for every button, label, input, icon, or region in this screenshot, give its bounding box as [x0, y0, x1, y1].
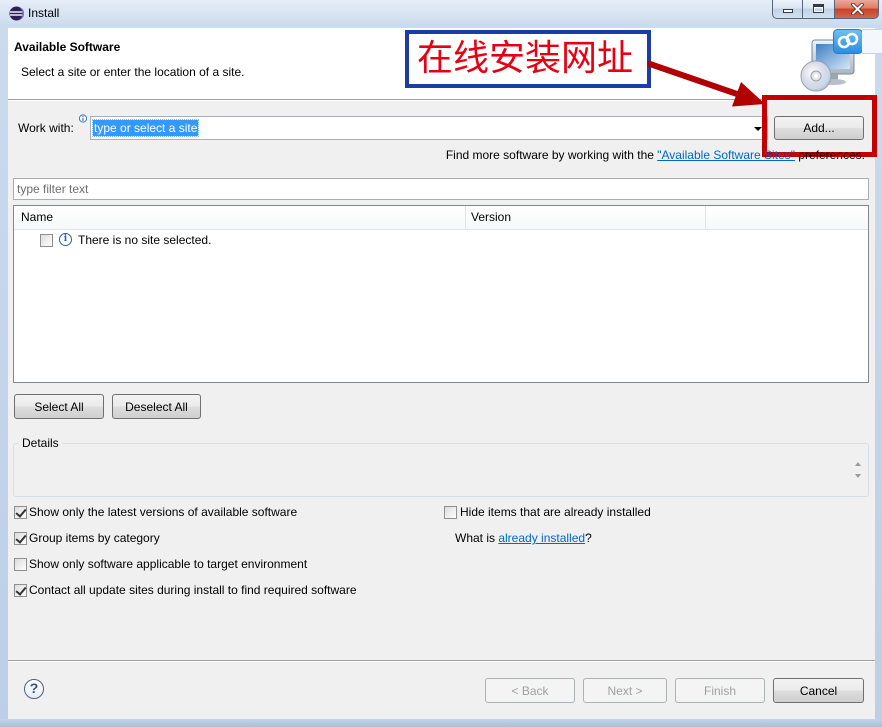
already-installed-link[interactable]: already installed: [498, 531, 585, 545]
what-is-suffix: ?: [585, 531, 592, 545]
next-button[interactable]: Next >: [583, 678, 667, 703]
group-by-category-label[interactable]: Group items by category: [29, 531, 160, 545]
minimize-button[interactable]: [772, 0, 802, 19]
row-name: There is no site selected.: [78, 233, 212, 247]
details-label: Details: [19, 436, 62, 450]
title-bar[interactable]: [0, 0, 770, 28]
window-title: Install: [28, 6, 60, 20]
column-divider[interactable]: [705, 206, 706, 229]
find-more-prefix: Find more software by working with the: [445, 148, 658, 162]
scroll-up-icon[interactable]: [855, 462, 861, 466]
what-is-installed-text: What is already installed?: [455, 531, 592, 545]
find-more-suffix: preferences.: [794, 148, 865, 162]
software-table[interactable]: Name Version i There is no site selected…: [13, 205, 869, 383]
hide-installed-label[interactable]: Hide items that are already installed: [460, 505, 651, 519]
info-decoration-icon: [79, 114, 87, 123]
close-button[interactable]: [834, 0, 879, 19]
find-more-text: Find more software by working with the "…: [300, 148, 865, 162]
annotation-arrow-icon: [647, 61, 765, 107]
work-with-label: Work with:: [18, 121, 74, 135]
contact-all-sites-label[interactable]: Contact all update sites during install …: [29, 583, 357, 597]
cloud-widget-panel[interactable]: [862, 29, 882, 54]
info-icon: i: [59, 233, 72, 246]
window-bottom-border[interactable]: [0, 719, 882, 727]
maximize-icon: [813, 4, 824, 13]
page-title: Available Software: [14, 40, 121, 54]
select-all-button[interactable]: Select All: [14, 394, 104, 419]
cloud-widget-icon[interactable]: [833, 29, 863, 54]
available-software-sites-link[interactable]: "Available Software Sites": [657, 148, 795, 162]
filter-input[interactable]: [13, 178, 869, 200]
hide-installed-checkbox[interactable]: [444, 506, 457, 519]
back-button[interactable]: < Back: [485, 678, 575, 703]
help-icon[interactable]: ?: [24, 679, 44, 699]
minimize-icon: [783, 9, 793, 13]
work-with-value[interactable]: type or select a site: [91, 119, 200, 137]
table-header: Name Version: [14, 206, 868, 230]
annotation-label: 在线安装网址: [405, 30, 651, 88]
eclipse-icon: [9, 6, 24, 21]
footer-separator-highlight: [8, 661, 875, 662]
work-with-combo[interactable]: type or select a site: [90, 116, 768, 140]
finish-button[interactable]: Finish: [675, 678, 765, 703]
target-environment-checkbox[interactable]: [14, 558, 27, 571]
cancel-button[interactable]: Cancel: [773, 678, 864, 703]
what-is-prefix: What is: [455, 531, 499, 545]
target-environment-label[interactable]: Show only software applicable to target …: [29, 557, 307, 571]
scroll-down-icon[interactable]: [855, 474, 861, 478]
column-header-version[interactable]: Version: [471, 206, 511, 229]
details-scrollbar[interactable]: [853, 459, 864, 483]
details-text[interactable]: [16, 455, 851, 493]
maximize-button[interactable]: [802, 0, 834, 19]
chevron-down-icon[interactable]: [754, 127, 762, 131]
latest-versions-label[interactable]: Show only the latest versions of availab…: [29, 505, 297, 519]
deselect-all-button[interactable]: Deselect All: [112, 394, 201, 419]
latest-versions-checkbox[interactable]: [14, 506, 27, 519]
column-header-name[interactable]: Name: [21, 206, 53, 229]
contact-all-sites-checkbox[interactable]: [14, 584, 27, 597]
page-description: Select a site or enter the location of a…: [21, 65, 245, 79]
column-divider[interactable]: [465, 206, 466, 229]
group-by-category-checkbox[interactable]: [14, 532, 27, 545]
close-icon: [851, 3, 864, 15]
table-row[interactable]: i There is no site selected.: [14, 229, 868, 251]
row-checkbox[interactable]: [40, 234, 53, 247]
